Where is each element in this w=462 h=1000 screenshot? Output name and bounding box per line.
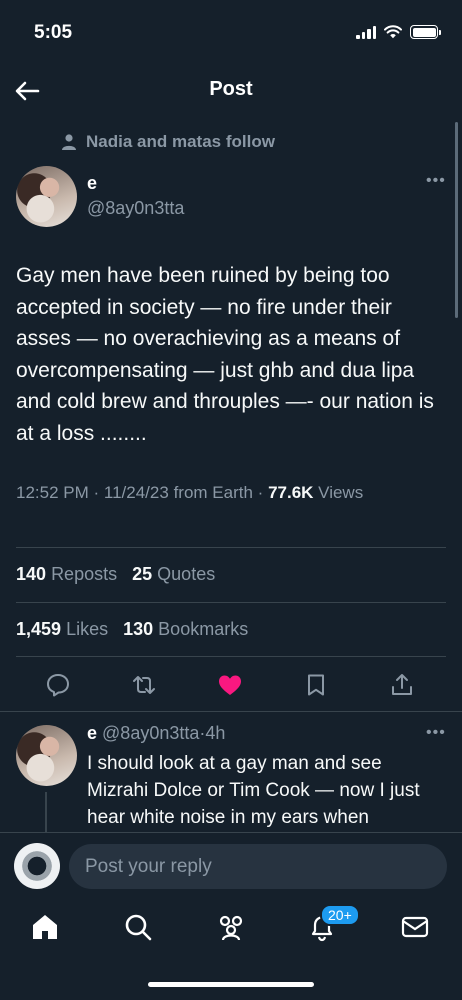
quotes-stat[interactable]: 25 Quotes	[132, 564, 215, 584]
tweet-date: 11/24/23	[103, 483, 169, 502]
tweet-time: 12:52 PM	[16, 483, 89, 502]
tweet-actions	[0, 668, 462, 702]
meta-separator: ·	[257, 483, 264, 502]
quotes-count: 25	[132, 564, 153, 584]
quotes-label: Quotes	[157, 564, 216, 584]
reply-composer	[0, 832, 462, 898]
top-bar: Post	[0, 68, 462, 112]
reposts-label: Reposts	[51, 564, 118, 584]
share-icon[interactable]	[389, 672, 415, 698]
status-bar: 5:05	[0, 0, 462, 62]
scrollbar[interactable]	[455, 122, 458, 318]
bookmarks-count: 130	[123, 619, 154, 639]
divider	[16, 547, 446, 548]
likes-stat[interactable]: 1,459 Likes	[16, 619, 108, 639]
battery-icon	[410, 25, 441, 39]
tweet-meta: 12:52 PM · 11/24/23 from Earth · 77.6K V…	[16, 483, 363, 503]
cellular-signal-icon	[356, 25, 376, 39]
messages-icon[interactable]	[398, 910, 432, 944]
reply-author-avatar[interactable]	[16, 725, 77, 786]
bookmarks-stat[interactable]: 130 Bookmarks	[123, 619, 248, 639]
bottom-tab-bar: 20+	[0, 898, 462, 1000]
author-handle[interactable]: @8ay0n3tta	[87, 198, 184, 219]
home-indicator	[148, 982, 314, 987]
search-icon[interactable]	[121, 910, 155, 944]
bookmarks-label: Bookmarks	[158, 619, 249, 639]
author-avatar[interactable]	[16, 166, 77, 227]
thread-line	[45, 792, 47, 832]
home-icon[interactable]	[28, 910, 62, 944]
repost-icon[interactable]	[131, 672, 157, 698]
notifications-badge: 20+	[320, 904, 360, 926]
wifi-icon	[384, 25, 402, 39]
divider	[16, 656, 446, 657]
bookmark-icon[interactable]	[303, 672, 329, 698]
tweet-text: Gay men have been ruined by being too ac…	[16, 264, 434, 445]
likes-label: Likes	[66, 619, 109, 639]
reply-author-handle[interactable]: @8ay0n3tta	[102, 723, 199, 743]
likes-count: 1,459	[16, 619, 62, 639]
page-title: Post	[209, 78, 253, 100]
tweet-source: from Earth	[173, 483, 253, 502]
status-icons	[356, 25, 441, 39]
reply-text[interactable]: I should look at a gay man and see Mizra…	[87, 750, 447, 832]
meta-separator: ·	[93, 483, 100, 502]
reposts-stat[interactable]: 140 Reposts	[16, 564, 117, 584]
communities-icon[interactable]	[214, 910, 248, 944]
reply-author-name[interactable]: e	[87, 723, 97, 743]
reply-age: 4h	[205, 723, 226, 743]
divider	[16, 602, 446, 603]
author-name[interactable]: e	[87, 173, 97, 194]
post-screen: 5:05 Post Nadia and matas follow e @8ay0…	[0, 0, 462, 1000]
more-options-icon[interactable]: •••	[426, 172, 446, 190]
reply-more-options-icon[interactable]: •••	[426, 724, 446, 742]
social-context-text: Nadia and matas follow	[86, 132, 275, 151]
reply-icon[interactable]	[45, 672, 71, 698]
views-label: Views	[318, 483, 364, 502]
social-context[interactable]: Nadia and matas follow	[60, 132, 275, 152]
reposts-count: 140	[16, 564, 47, 584]
stats-row-likes: 1,459 Likes 130 Bookmarks	[16, 619, 248, 640]
divider	[0, 711, 462, 712]
reply-header: e @8ay0n3tta·4h	[87, 723, 225, 744]
my-avatar[interactable]	[14, 843, 60, 889]
stats-row-reposts: 140 Reposts 25 Quotes	[16, 564, 215, 585]
reply-input[interactable]	[69, 844, 447, 889]
like-icon-filled[interactable]	[217, 672, 243, 698]
status-time: 5:05	[34, 22, 73, 43]
person-icon	[62, 134, 76, 150]
views-count[interactable]: 77.6K	[268, 483, 313, 502]
